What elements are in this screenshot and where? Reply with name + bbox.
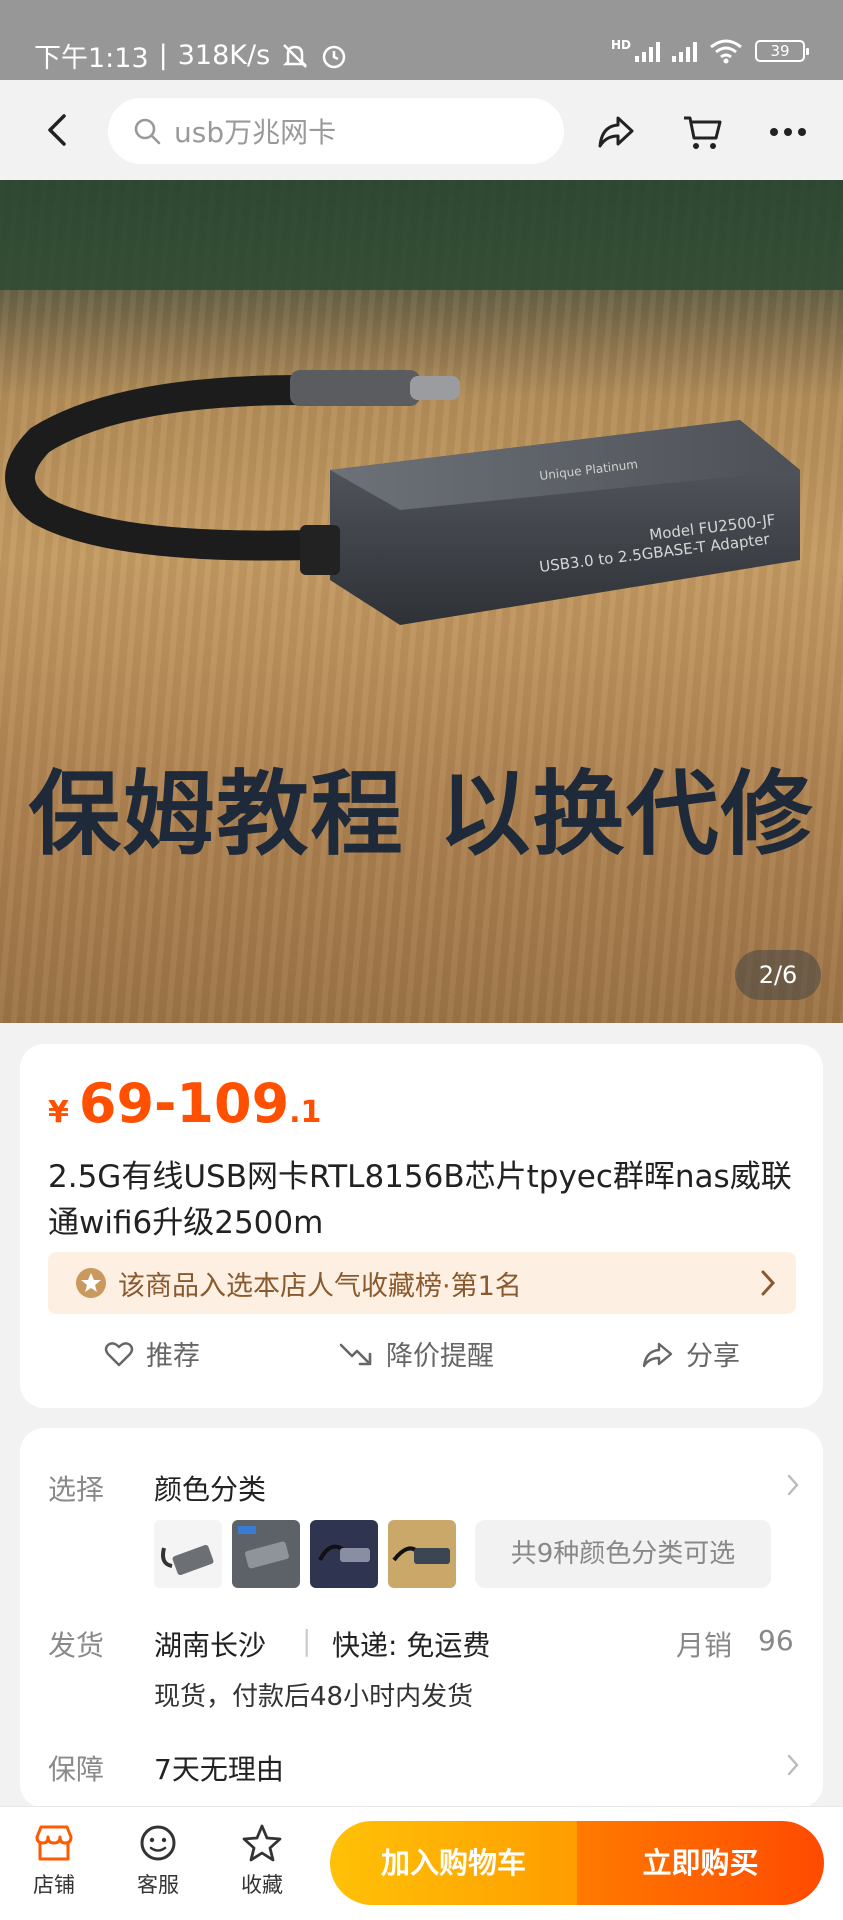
alarm-icon <box>322 45 346 68</box>
more-colors-chip[interactable]: 共9种颜色分类可选 <box>475 1520 771 1588</box>
share-button[interactable]: 分享 <box>640 1334 740 1373</box>
signal-icon-2 <box>672 40 697 62</box>
search-icon <box>134 118 161 145</box>
ship-from: 湖南长沙 <box>154 1629 267 1662</box>
ship-label: 发货 <box>48 1629 105 1662</box>
status-right: HD 39 <box>610 38 809 64</box>
shop-icon <box>35 1825 73 1861</box>
recommend-button[interactable]: 推荐 <box>104 1334 200 1373</box>
medal-icon <box>76 1268 106 1298</box>
recommend-label: 推荐 <box>146 1341 200 1372</box>
favorite-tab[interactable]: 收藏 <box>222 1821 302 1899</box>
shop-label: 店铺 <box>33 1873 75 1897</box>
status-time: 下午1:13 <box>34 43 149 74</box>
status-bar: 下午1:13 | 318K/s HD 39 <box>0 0 843 80</box>
wifi-icon <box>710 39 742 64</box>
select-label: 选择 <box>48 1473 105 1506</box>
search-text: usb万兆网卡 <box>174 116 337 149</box>
chevron-right-icon <box>761 1270 776 1296</box>
price: ¥ 69-109 .1 <box>48 1072 321 1135</box>
status-left: 下午1:13 | 318K/s <box>34 36 348 75</box>
monthly-sales: 96 <box>758 1624 794 1657</box>
price-alert-button[interactable]: 降价提醒 <box>338 1334 494 1373</box>
share-label: 分享 <box>686 1341 740 1372</box>
top-nav: usb万兆网卡 <box>0 80 843 180</box>
guarantee-value: 7天无理由 <box>154 1753 284 1786</box>
mute-bell-icon <box>283 43 308 68</box>
service-label: 客服 <box>137 1873 179 1897</box>
rank-text: 该商品入选本店人气收藏榜·第1名 <box>118 1270 522 1302</box>
share-icon <box>642 1342 673 1367</box>
guarantee-label: 保障 <box>48 1753 105 1786</box>
chevron-right-icon <box>787 1474 799 1496</box>
color-thumb-3[interactable] <box>310 1520 378 1588</box>
more-icon[interactable] <box>766 110 810 154</box>
adapter-thumb-icon <box>161 1544 214 1576</box>
cart-icon[interactable] <box>680 110 724 154</box>
select-value: 颜色分类 <box>154 1473 267 1506</box>
rank-banner[interactable]: 该商品入选本店人气收藏榜·第1名 <box>48 1252 796 1314</box>
image-counter: 2/6 <box>735 950 821 1000</box>
chevron-right-icon <box>787 1754 799 1776</box>
trend-down-icon <box>339 1343 372 1365</box>
battery-level: 39 <box>770 42 790 60</box>
hero-caption: 保姆教程 以换代修 <box>28 761 815 868</box>
ship-note: 现货，付款后48小时内发货 <box>154 1682 474 1712</box>
color-thumb-2[interactable] <box>232 1520 300 1588</box>
network-type: HD <box>610 38 631 52</box>
bottom-action-bar: 店铺 客服 收藏 加入购物车 立即购买 <box>0 1806 843 1920</box>
shop-tab[interactable]: 店铺 <box>14 1821 94 1899</box>
battery-icon: 39 <box>755 40 809 62</box>
service-icon <box>140 1825 176 1861</box>
search-input[interactable]: usb万兆网卡 <box>108 98 564 164</box>
color-thumb-4[interactable] <box>388 1520 456 1588</box>
ship-method: 快递: 免运费 <box>332 1629 491 1662</box>
product-photo: Unique Platinum Model FU2500-JF USB3.0 t… <box>0 180 843 625</box>
ship-separator: | <box>302 1624 312 1657</box>
product-title: 2.5G有线USB网卡RTL8156B芯片tpyec群晖nas威联通wifi6升… <box>48 1159 792 1241</box>
service-tab[interactable]: 客服 <box>118 1821 198 1899</box>
back-icon[interactable] <box>38 108 78 152</box>
product-info-card: ¥ 69-109 .1 2.5G有线USB网卡RTL8156B芯片tpyec群晖… <box>20 1044 823 1408</box>
purchase-buttons: 加入购物车 立即购买 <box>330 1821 824 1905</box>
share-icon[interactable] <box>594 110 638 154</box>
status-speed: 318K/s <box>177 40 271 71</box>
favorite-label: 收藏 <box>241 1873 283 1897</box>
price-currency: ¥ <box>48 1095 69 1130</box>
add-to-cart-button[interactable]: 加入购物车 <box>330 1821 577 1905</box>
price-alert-label: 降价提醒 <box>386 1341 494 1372</box>
buy-now-button[interactable]: 立即购买 <box>577 1821 824 1905</box>
heart-icon <box>104 1341 134 1366</box>
action-row: 推荐 降价提醒 分享 <box>20 1334 823 1394</box>
price-decimal: .1 <box>289 1095 322 1130</box>
signal-icon <box>635 40 660 62</box>
adapter-thumb-icon <box>392 1546 450 1564</box>
adapter-thumb-icon <box>238 1526 289 1569</box>
product-options-card: 选择 颜色分类 共9种颜色分类可选 发货 湖南长沙 | 快递: 免运费 月销 9… <box>20 1428 823 1808</box>
star-icon <box>242 1824 282 1862</box>
price-main: 69-109 <box>78 1072 290 1135</box>
color-thumb-1[interactable] <box>154 1520 222 1588</box>
monthly-sales-label: 月销 <box>676 1629 733 1662</box>
product-image-carousel[interactable]: Unique Platinum Model FU2500-JF USB3.0 t… <box>0 180 843 1023</box>
adapter-thumb-icon <box>318 1544 370 1562</box>
status-separator: | <box>158 40 168 71</box>
